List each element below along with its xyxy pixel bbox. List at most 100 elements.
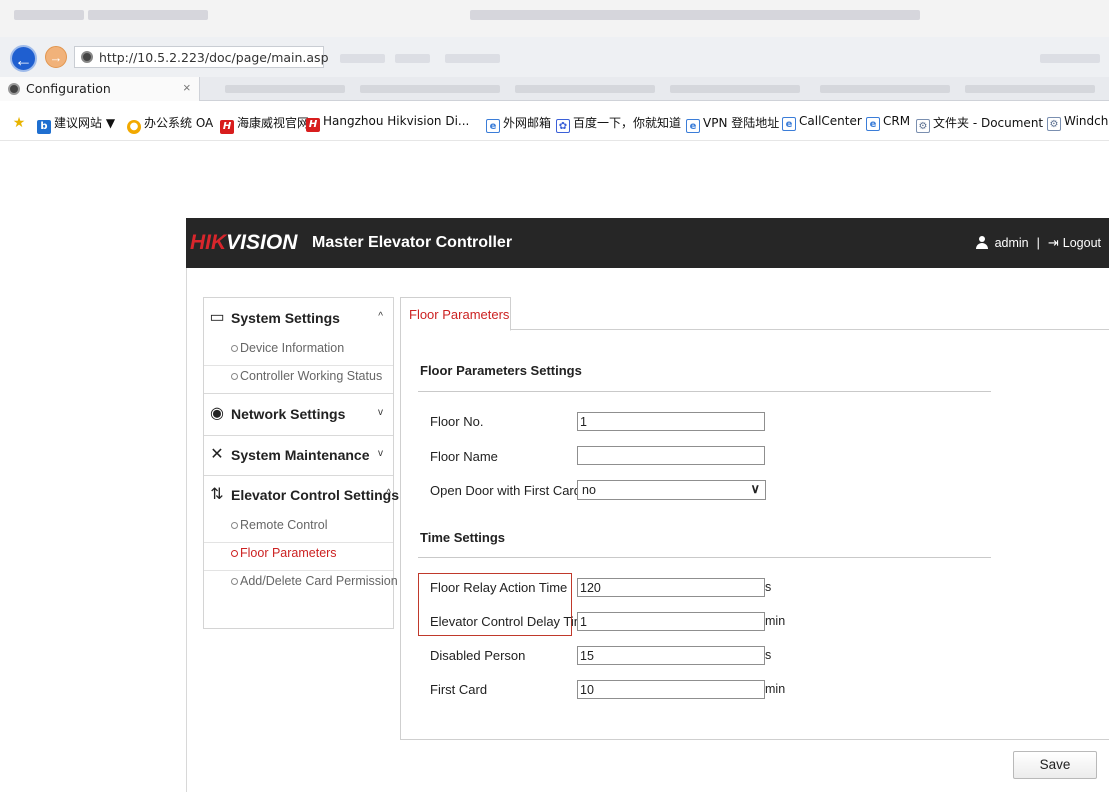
site-icon: [81, 51, 93, 63]
relay-time-label: Floor Relay Action Time: [430, 580, 568, 595]
separator: |: [1036, 236, 1040, 250]
favorite-crm[interactable]: e CRM: [866, 114, 910, 131]
favorite-callcenter[interactable]: e CallCenter: [782, 114, 862, 131]
chevron-up-icon: ^: [386, 488, 391, 499]
open-door-select[interactable]: no ∨: [577, 480, 766, 500]
chevron-down-icon: v: [378, 407, 383, 418]
delay-time-label: Elevator Control Delay Time: [430, 614, 592, 629]
favorite-hikvision-en[interactable]: H Hangzhou Hikvision Di...: [306, 114, 469, 132]
blurred-toolbar: [395, 54, 430, 63]
browser-tab-configuration[interactable]: Configuration ×: [0, 77, 200, 101]
browser-title-bar: [0, 0, 1109, 37]
chevron-down-icon: v: [378, 448, 383, 459]
relay-time-input[interactable]: [577, 578, 765, 597]
blurred-tab: [965, 85, 1095, 93]
ie-icon: e: [866, 117, 880, 131]
section-divider: [418, 557, 991, 558]
browser-tab-row: Configuration ×: [0, 77, 1109, 101]
favorite-suggested-sites[interactable]: b 建议网站 ▼: [37, 114, 115, 134]
disabled-person-label: Disabled Person: [430, 648, 526, 663]
sidebar-item-device-information[interactable]: Device Information: [204, 338, 393, 361]
elevator-icon: ⇅: [210, 486, 224, 503]
favorite-windchill[interactable]: ⚙ Windchi: [1047, 114, 1109, 131]
tab-title: Configuration: [26, 81, 111, 96]
bullet-icon: [231, 373, 238, 380]
first-card-label: First Card: [430, 682, 488, 697]
delay-time-input[interactable]: [577, 612, 765, 631]
sidebar-section-system-settings[interactable]: ▭ System Settings ^: [204, 300, 393, 337]
sidebar-item-remote-control[interactable]: Remote Control: [204, 515, 393, 538]
blurred-tab: [515, 85, 655, 93]
sidebar-section-elevator-control-settings[interactable]: ⇅ Elevator Control Settings ^: [204, 477, 399, 514]
forward-arrow-icon[interactable]: →: [45, 46, 67, 68]
bullet-icon: [231, 522, 238, 529]
first-card-input[interactable]: [577, 680, 765, 699]
ie-icon: e: [486, 119, 500, 133]
tab-floor-parameters[interactable]: Floor Parameters: [400, 297, 511, 331]
divider: [204, 475, 393, 476]
gear-icon: ⚙: [1047, 117, 1061, 131]
sidebar: ▭ System Settings ^ Device Information C…: [203, 297, 399, 629]
blurred-toolbar: [340, 54, 385, 63]
ie-icon: e: [782, 117, 796, 131]
close-icon[interactable]: ×: [183, 80, 191, 95]
section-title-time-settings: Time Settings: [420, 530, 506, 545]
site-icon: [8, 83, 20, 95]
baidu-icon: ✿: [556, 119, 570, 133]
favorite-baidu[interactable]: ✿ 百度一下，你就知道: [556, 114, 681, 133]
bullet-icon: [231, 345, 238, 352]
blurred-toolbar-icons: [88, 10, 208, 20]
user-icon: [975, 236, 989, 249]
sidebar-item-add-delete-card-permission[interactable]: Add/Delete Card Permission: [204, 570, 398, 593]
sidebar-section-network-settings[interactable]: ◉ Network Settings v: [204, 396, 393, 433]
open-door-label: Open Door with First Card: [430, 483, 581, 498]
open-door-value: no: [582, 483, 596, 497]
first-card-unit: min: [765, 682, 786, 696]
content-tabs: Floor Parameters: [400, 297, 1109, 331]
browser-address-row: ← → http://10.5.2.223/doc/page/main.asp: [0, 37, 1109, 77]
floor-no-input[interactable]: [577, 412, 765, 431]
address-bar[interactable]: http://10.5.2.223/doc/page/main.asp: [74, 46, 329, 68]
floor-name-input[interactable]: [577, 446, 765, 465]
favorite-hikvision-cn[interactable]: H 海康威视官网: [220, 114, 309, 134]
blurred-window-title: [470, 10, 920, 20]
relay-time-unit: s: [765, 580, 772, 594]
bullet-icon: [231, 578, 238, 585]
b-icon: b: [37, 120, 51, 134]
chevron-up-icon: ^: [378, 311, 383, 322]
sidebar-item-floor-parameters[interactable]: Floor Parameters: [204, 542, 393, 565]
divider: [204, 435, 393, 436]
favorites-star-icon[interactable]: ★: [12, 114, 29, 130]
blurred-search: [1040, 54, 1100, 63]
favorite-vpn[interactable]: e VPN 登陆地址: [686, 114, 779, 133]
network-icon: ◉: [210, 405, 224, 422]
save-button[interactable]: Save: [1013, 751, 1097, 779]
delay-time-unit: min: [765, 614, 786, 628]
window-icon: ▭: [209, 309, 225, 326]
disabled-person-input[interactable]: [577, 646, 765, 665]
section-divider: [418, 391, 991, 392]
disabled-person-unit: s: [765, 648, 772, 662]
blurred-toolbar-icons: [14, 10, 84, 20]
favorites-bar: ★ b 建议网站 ▼ ● 办公系统 OA H 海康威视官网 H Hangzhou Hik…: [0, 101, 1109, 141]
back-arrow-icon[interactable]: ←: [10, 45, 37, 72]
hikvision-icon: H: [306, 118, 320, 132]
section-title-floor-parameters: Floor Parameters Settings: [420, 363, 582, 378]
divider: [204, 393, 393, 394]
floor-name-label: Floor Name: [430, 449, 498, 464]
app-title: Master Elevator Controller: [312, 234, 513, 251]
gear-icon: ⚙: [916, 119, 930, 133]
logout-button[interactable]: ⇥ Logout: [1047, 235, 1101, 250]
blurred-tab: [360, 85, 500, 93]
sidebar-section-system-maintenance[interactable]: ✕ System Maintenance v: [204, 437, 393, 474]
favorite-mail[interactable]: e 外网邮箱: [486, 114, 551, 133]
chevron-down-icon: ∨: [750, 481, 760, 496]
oa-icon: ●: [127, 120, 141, 134]
app-header: HIKVISION Master Elevator Controller adm…: [186, 218, 1109, 268]
favorite-oa[interactable]: ● 办公系统 OA: [127, 114, 213, 134]
favorite-documents[interactable]: ⚙ 文件夹 - Document: [916, 114, 1043, 133]
logout-icon: ⇥: [1047, 235, 1059, 250]
hikvision-logo: HIKVISION: [190, 231, 298, 254]
sidebar-item-controller-working-status[interactable]: Controller Working Status: [204, 365, 393, 388]
url-text[interactable]: http://10.5.2.223/doc/page/main.asp: [99, 50, 329, 65]
